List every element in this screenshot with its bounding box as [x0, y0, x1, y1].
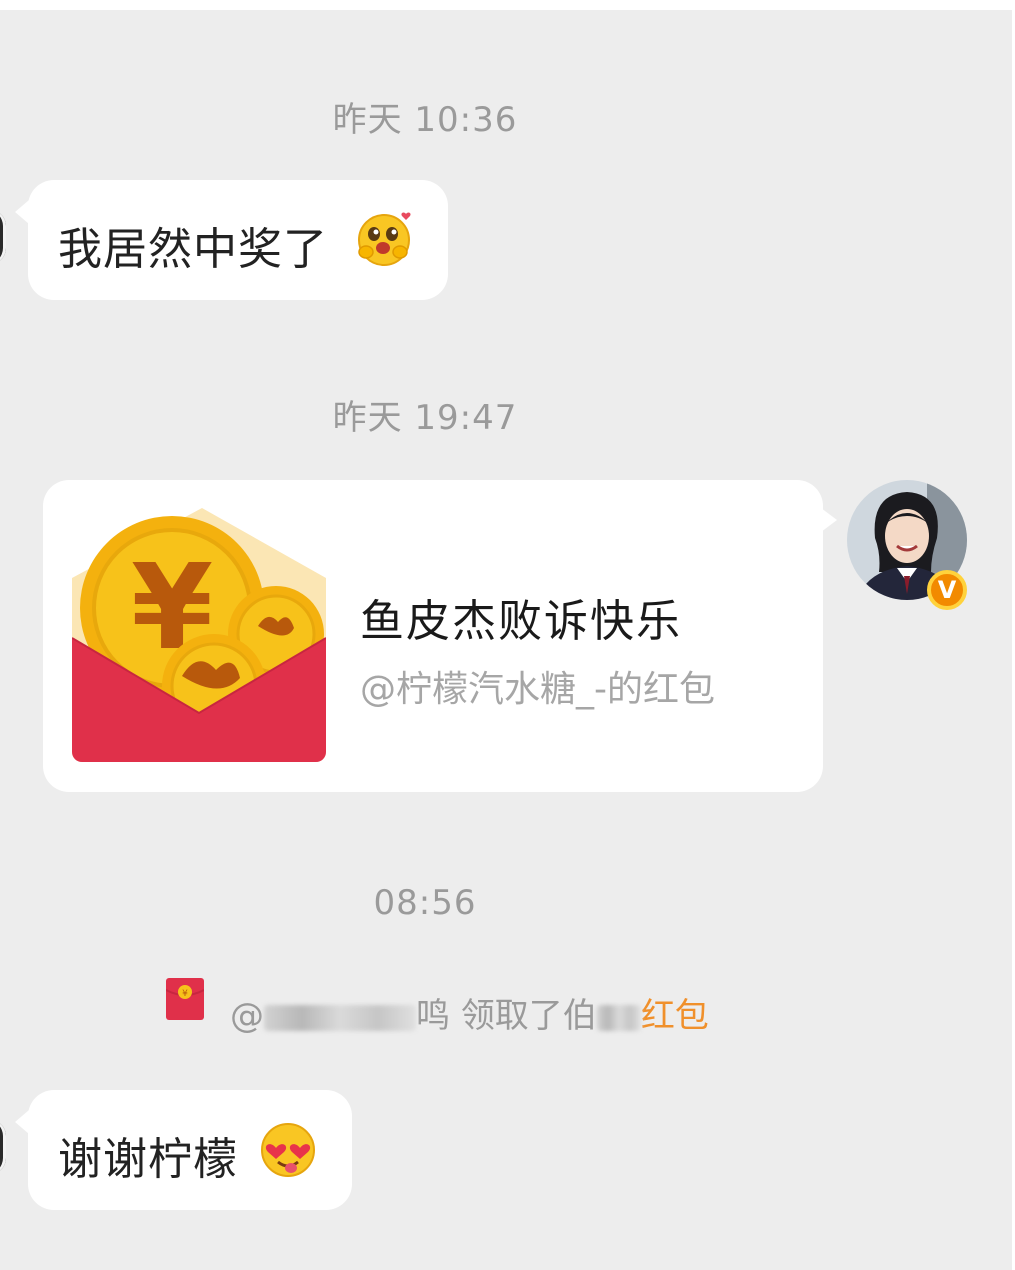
bubble-tail	[15, 200, 29, 224]
red-packet-link[interactable]: 红包	[641, 996, 709, 1036]
bubble-tail	[821, 508, 837, 532]
message-text: 我居然中奖了	[58, 224, 328, 275]
verified-badge-icon: V	[927, 570, 967, 610]
svg-text:¥: ¥	[182, 989, 188, 999]
notice-owner-prefix: 伯	[562, 996, 597, 1036]
timestamp: 08:56	[373, 883, 477, 923]
red-packet-claim-notice: @ 鸣 领取了伯 红包	[230, 988, 709, 1036]
red-packet-subtitle: @柠檬汽水糖_-的红包	[360, 669, 715, 710]
message-text: 谢谢柠檬	[58, 1134, 238, 1185]
timestamp: 昨天 19:47	[332, 398, 518, 438]
timestamp: 昨天 10:36	[332, 100, 518, 140]
sender-avatar[interactable]	[0, 210, 6, 264]
red-envelope-coins-icon[interactable]: ¥	[72, 508, 326, 762]
redacted-owner	[596, 1004, 641, 1031]
my-avatar[interactable]: V	[847, 480, 967, 610]
bubble-tail	[15, 1110, 29, 1134]
notice-name-suffix: 鸣	[416, 996, 450, 1036]
message-bubble[interactable]: 谢谢柠檬	[15, 1090, 352, 1210]
red-packet-title: 鱼皮杰败诉快乐	[360, 596, 682, 647]
message-bubble[interactable]: 我居然中奖了	[15, 180, 448, 300]
red-packet-small-icon: ¥	[166, 978, 204, 1020]
redacted-name	[264, 1004, 416, 1031]
hug-emoji-icon	[358, 212, 411, 266]
sender-avatar[interactable]	[0, 1120, 6, 1174]
notice-claimed: 领取了	[460, 996, 563, 1036]
chat-area[interactable]: 昨天 10:36 我居然中奖了 昨天 19:47 ¥ 鱼皮杰败诉快乐 @柠檬汽水…	[0, 10, 1012, 1270]
notice-at: @	[230, 996, 264, 1036]
heart-eyes-tongue-emoji-icon	[261, 1123, 315, 1177]
